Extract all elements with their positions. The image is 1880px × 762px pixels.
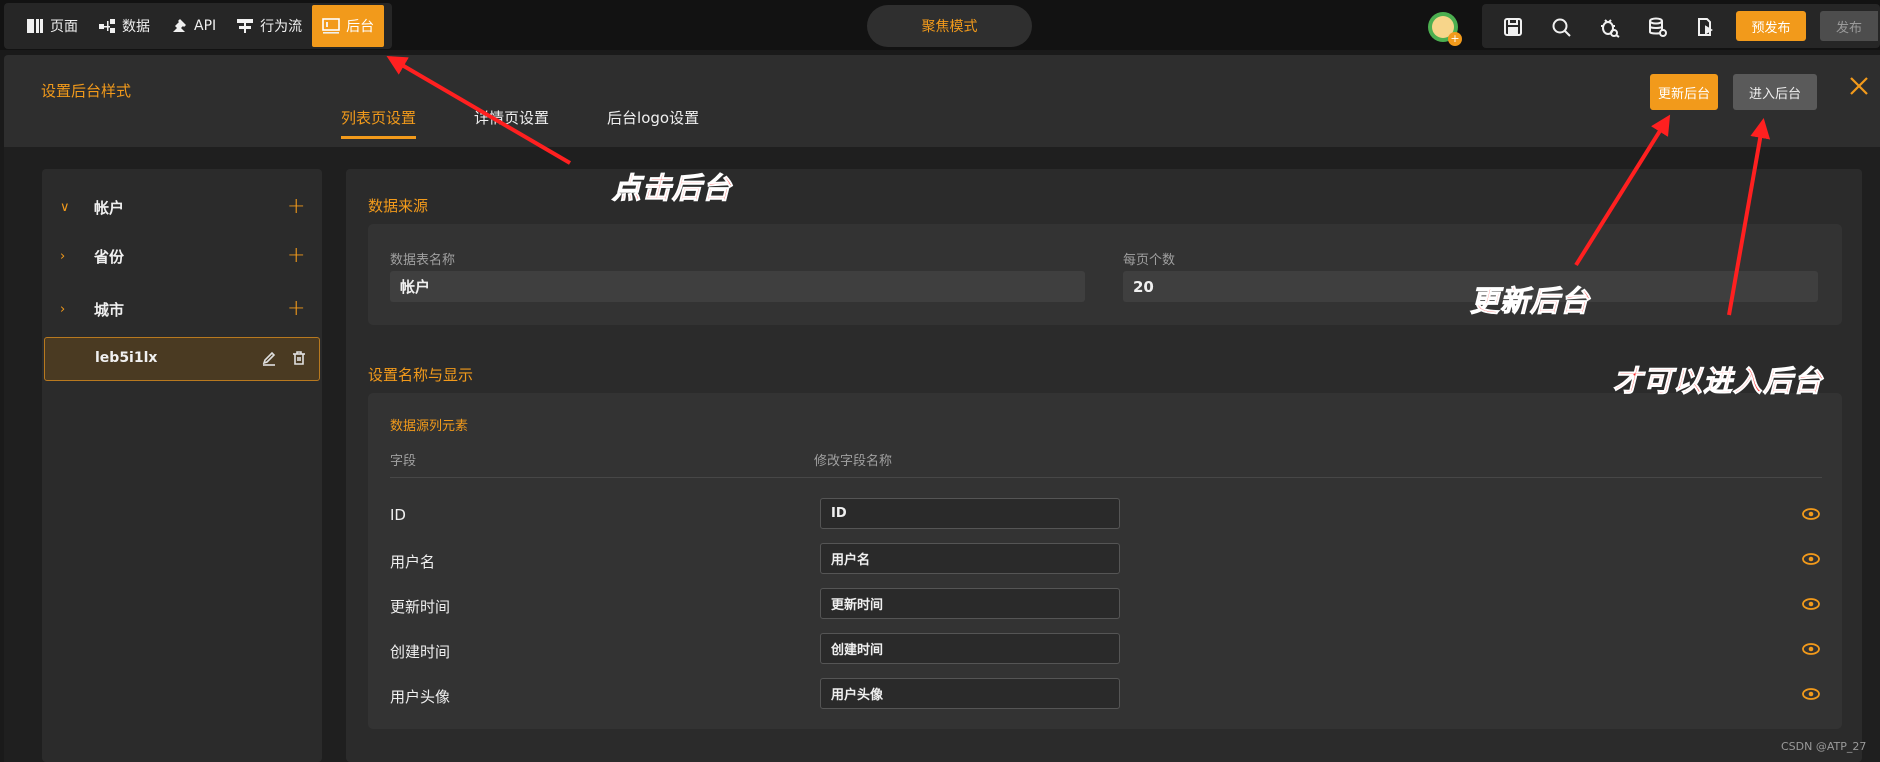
table-tree: ∨ 帐户 + leb5i1lx › 省份 + › 城市 + xyxy=(42,169,322,762)
tree-item-province[interactable]: › 省份 + xyxy=(42,234,322,278)
tree-item-label: leb5i1lx xyxy=(95,350,158,366)
rename-input[interactable]: 用户头像 xyxy=(820,678,1120,709)
add-icon[interactable]: + xyxy=(287,298,305,320)
col-rename-header: 修改字段名称 xyxy=(814,454,893,469)
rename-input[interactable]: 创建时间 xyxy=(820,633,1120,664)
nav-admin-label: 后台 xyxy=(346,19,375,35)
annotation-update-admin: 更新后台 xyxy=(1469,284,1591,319)
display-title: 设置名称与显示 xyxy=(368,366,474,384)
admin-settings-panel: 设置后台样式 列表页设置 详情页设置 后台logo设置 更新后台 进入后台 ∨ … xyxy=(4,55,1880,762)
tab-logo[interactable]: 后台logo设置 xyxy=(607,107,699,139)
top-bar: 页面 数据 API 行为流 后台 聚焦模式 + 预发布 发布 xyxy=(0,0,1880,50)
debug-icon[interactable] xyxy=(1598,16,1620,38)
nav-api[interactable]: API xyxy=(160,5,226,47)
eye-icon[interactable] xyxy=(1802,688,1820,700)
tree-item-city[interactable]: › 城市 + xyxy=(42,287,322,331)
page-icon xyxy=(27,19,43,33)
tree-item-account[interactable]: ∨ 帐户 + xyxy=(42,185,322,229)
rename-input[interactable]: 更新时间 xyxy=(820,588,1120,619)
field-label: ID xyxy=(390,506,406,524)
field-label: 更新时间 xyxy=(390,598,451,616)
nav-page-label: 页面 xyxy=(50,19,78,35)
panel-title: 设置后台样式 xyxy=(41,82,132,100)
main-nav: 页面 数据 API 行为流 后台 xyxy=(4,3,393,49)
datasource-card: 数据表名称 帐户 每页个数 20 xyxy=(368,224,1842,325)
nav-page[interactable]: 页面 xyxy=(16,5,88,47)
nav-data[interactable]: 数据 xyxy=(88,5,160,47)
focus-mode-button[interactable]: 聚焦模式 xyxy=(867,5,1032,47)
chevron-right-icon[interactable]: › xyxy=(60,302,65,317)
close-icon[interactable] xyxy=(1848,75,1870,97)
nav-data-label: 数据 xyxy=(122,19,150,35)
eye-icon[interactable] xyxy=(1802,643,1820,655)
eye-icon[interactable] xyxy=(1802,508,1820,520)
tree-item-label: 帐户 xyxy=(94,198,125,217)
edit-icon[interactable] xyxy=(261,350,279,368)
settings-tabs: 列表页设置 详情页设置 后台logo设置 xyxy=(341,107,699,139)
nav-flow-label: 行为流 xyxy=(260,19,303,35)
field-label: 用户头像 xyxy=(390,688,451,706)
avatar[interactable]: + xyxy=(1428,12,1462,46)
field-label: 创建时间 xyxy=(390,643,451,661)
nav-api-label: API xyxy=(194,18,217,34)
annotation-click-admin: 点击后台 xyxy=(611,171,733,206)
search-icon[interactable] xyxy=(1550,16,1572,38)
eye-icon[interactable] xyxy=(1802,553,1820,565)
eye-icon[interactable] xyxy=(1802,598,1820,610)
list-settings-content: 数据来源 数据表名称 帐户 每页个数 20 设置名称与显示 数据源列元素 字段 … xyxy=(346,169,1862,762)
save-icon[interactable] xyxy=(1502,16,1524,38)
add-icon[interactable]: + xyxy=(287,245,305,267)
annotation-then-enter: 才可以进入后台 xyxy=(1612,364,1824,399)
tab-list-page[interactable]: 列表页设置 xyxy=(341,107,417,139)
rename-input[interactable]: ID xyxy=(820,498,1120,529)
tree-item-label: 省份 xyxy=(94,247,125,266)
watermark: CSDN @ATP_27 xyxy=(1781,740,1867,753)
divider xyxy=(390,477,1822,478)
nav-admin[interactable]: 后台 xyxy=(312,5,385,47)
col-field-header: 字段 xyxy=(390,454,417,469)
table-name-field[interactable]: 帐户 xyxy=(390,271,1085,302)
flow-icon xyxy=(237,19,254,33)
update-admin-button[interactable]: 更新后台 xyxy=(1650,74,1718,110)
api-icon xyxy=(173,19,186,32)
tab-detail-page[interactable]: 详情页设置 xyxy=(474,107,549,139)
datasource-title: 数据来源 xyxy=(368,197,429,215)
tree-item-label: 城市 xyxy=(94,300,125,319)
chevron-down-icon[interactable]: ∨ xyxy=(60,200,70,215)
field-label: 用户名 xyxy=(390,553,436,571)
columns-card: 数据源列元素 字段 修改字段名称 ID ID 用户名 用户名 更新时间 更新时间… xyxy=(368,393,1842,729)
nav-flow[interactable]: 行为流 xyxy=(226,5,312,47)
tree-item-selected[interactable]: leb5i1lx xyxy=(44,337,320,381)
table-name-label: 数据表名称 xyxy=(390,253,456,268)
panel-header: 设置后台样式 列表页设置 详情页设置 后台logo设置 更新后台 进入后台 xyxy=(4,55,1880,147)
columns-subtitle: 数据源列元素 xyxy=(390,419,469,434)
publish-button[interactable]: 发布 xyxy=(1820,11,1878,41)
chevron-right-icon[interactable]: › xyxy=(60,249,65,264)
prepublish-button[interactable]: 预发布 xyxy=(1736,11,1806,41)
rename-input[interactable]: 用户名 xyxy=(820,543,1120,574)
add-collaborator-icon[interactable]: + xyxy=(1448,32,1462,46)
per-page-label: 每页个数 xyxy=(1123,253,1176,268)
add-icon[interactable]: + xyxy=(287,196,305,218)
database-icon[interactable] xyxy=(1646,16,1668,38)
enter-admin-button[interactable]: 进入后台 xyxy=(1733,74,1817,110)
data-icon xyxy=(99,19,115,33)
admin-icon xyxy=(322,18,340,34)
delete-icon[interactable] xyxy=(291,350,309,368)
export-icon[interactable] xyxy=(1694,16,1716,38)
